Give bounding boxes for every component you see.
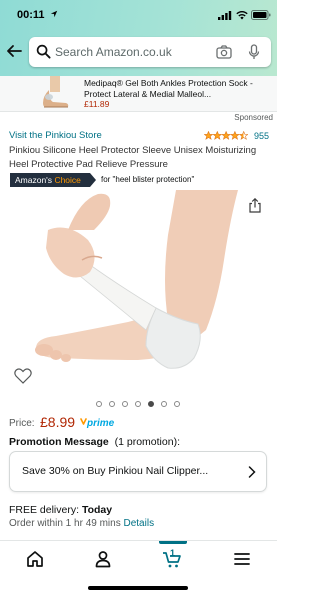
sponsored-ad-banner[interactable]: Medipaq® Gel Both Ankles Protection Sock… — [0, 76, 277, 112]
microphone-icon[interactable] — [248, 44, 260, 60]
promotion-text: Save 30% on Buy Pinkiou Nail Clipper... — [22, 465, 209, 477]
badge-prefix: Amazon's — [15, 175, 53, 185]
price: £8.99 — [40, 414, 76, 430]
carousel-dot[interactable] — [148, 401, 154, 407]
home-icon[interactable] — [25, 549, 45, 569]
home-indicator — [88, 586, 188, 590]
heart-wishlist-icon[interactable] — [14, 368, 32, 384]
battery-icon — [251, 10, 271, 20]
carousel-dot[interactable] — [122, 401, 128, 407]
badge-keyword: for "heel blister protection" — [101, 175, 195, 184]
badge-choice: Choice — [54, 175, 81, 185]
status-bar: 00:11 — [0, 0, 277, 30]
prime-text: prime — [86, 418, 115, 429]
rating-count-link[interactable]: 955 — [254, 131, 269, 141]
account-icon[interactable] — [93, 549, 113, 569]
carousel-dot[interactable] — [161, 401, 167, 407]
header: 00:11 — [0, 0, 277, 76]
promotion-title: Promotion Message — [9, 436, 109, 448]
order-within: Order within 1 hr 49 mins Details — [9, 518, 154, 529]
search-input[interactable] — [55, 43, 205, 61]
product-title: Pinkiou Silicone Heel Protector Sleeve U… — [9, 145, 257, 170]
order-countdown: Order within 1 hr 49 mins — [9, 518, 121, 529]
carousel-dot[interactable] — [174, 401, 180, 407]
product-image-heel-sleeve[interactable] — [28, 190, 250, 392]
carousel-dot[interactable] — [135, 401, 141, 407]
delivery-prefix: FREE delivery: — [9, 504, 80, 516]
menu-icon[interactable] — [232, 549, 252, 569]
sponsored-label: Sponsored — [234, 113, 273, 122]
back-arrow-icon[interactable] — [6, 43, 22, 59]
cart-count-badge: 1 — [170, 548, 176, 558]
delivery-day: Today — [81, 504, 113, 516]
carousel-dot[interactable] — [109, 401, 115, 407]
ad-price: £11.89 — [84, 99, 110, 109]
prime-logo-icon: prime — [80, 418, 115, 429]
status-time: 00:11 — [17, 9, 45, 21]
details-link[interactable]: Details — [124, 518, 155, 529]
rating-stars-icon[interactable] — [204, 131, 248, 140]
active-tab-indicator — [159, 541, 187, 544]
camera-icon[interactable] — [216, 44, 232, 60]
promotion-card[interactable]: Save 30% on Buy Pinkiou Nail Clipper... — [9, 451, 267, 492]
delivery-info: FREE delivery: Today — [9, 504, 112, 516]
carousel-dot[interactable] — [96, 401, 102, 407]
ad-title: Medipaq® Gel Both Ankles Protection Sock… — [84, 78, 253, 99]
bottom-tab-bar — [0, 541, 277, 600]
store-link[interactable]: Visit the Pinkiou Store — [9, 130, 102, 141]
ankle-sock-thumbnail — [43, 76, 69, 108]
chevron-right-icon — [248, 466, 256, 478]
amazons-choice-badge: Amazon's Choice — [10, 173, 96, 187]
share-icon[interactable] — [248, 198, 262, 213]
wifi-icon — [236, 10, 248, 20]
promotion-count: (1 promotion): — [114, 436, 180, 448]
price-label: Price: — [9, 418, 35, 429]
search-icon — [36, 44, 51, 59]
location-arrow-icon — [50, 10, 58, 18]
cellular-signal-icon — [218, 11, 232, 20]
search-bar[interactable] — [29, 37, 271, 67]
promotion-heading: Promotion Message (1 promotion): — [9, 436, 180, 448]
